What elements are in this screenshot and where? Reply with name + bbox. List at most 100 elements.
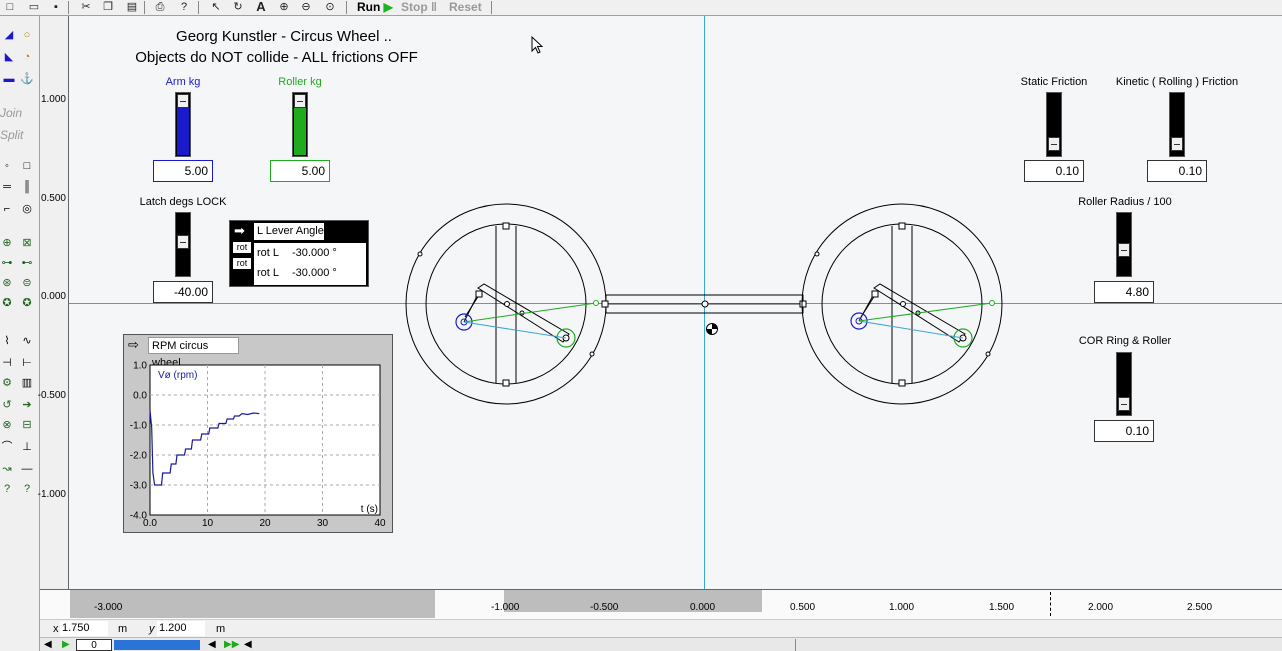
spring-tool-icon[interactable]: ⌇ (0, 334, 14, 348)
zoom-fit-icon[interactable]: ⊙ (322, 0, 338, 14)
rope-pulley-icon[interactable]: ⊣ (0, 356, 14, 370)
vertical-ruler: 1.000 0.500 0.000 -0.500 -1.000 (37, 16, 69, 589)
motor-icon[interactable]: ⊛ (0, 276, 14, 290)
right-circus-wheel[interactable] (801, 203, 1003, 405)
scroll-divider (795, 639, 796, 651)
chart-y-axis-label: Vø (rpm) (158, 370, 197, 381)
frame-field[interactable]: 0 (76, 639, 112, 651)
join-button[interactable]: Join (0, 106, 22, 120)
hruler-label: 2.500 (1187, 602, 1213, 613)
rotate-icon[interactable]: ↻ (230, 0, 246, 14)
y-unit: m (216, 623, 226, 635)
chart-y-tick-label: 0.0 (133, 391, 147, 402)
connecting-bar[interactable] (601, 294, 807, 314)
zoom-in-icon[interactable]: ⊕ (276, 0, 292, 14)
anchor-icon[interactable]: ⚓ (20, 72, 34, 86)
app-window: □ ▭ ▪ ✂ ❐ ▤ ⎙ ? ↖ ↻ A ⊕ ⊖ ⊙ Run ▶ Stop ‖… (0, 0, 1282, 651)
vruler-label: 1.000 (40, 94, 66, 105)
left-circus-wheel[interactable] (405, 203, 607, 405)
hruler-label: -0.500 (590, 602, 619, 613)
horizontal-ruler: -3.000 -1.000 -0.500 0.000 0.500 1.000 1… (40, 589, 1282, 619)
query-tool-2-icon[interactable]: ? (20, 482, 34, 496)
slot-joint-2-icon[interactable]: ⊷ (20, 256, 34, 270)
damper-tool-icon[interactable]: ∿ (20, 334, 34, 348)
point-tool-icon[interactable]: ◦ (0, 159, 14, 173)
chart-x-tick-label: 20 (259, 518, 271, 529)
square-point-icon[interactable]: □ (20, 159, 34, 173)
save-icon[interactable]: ▪ (48, 0, 64, 14)
help-icon[interactable]: ? (176, 0, 192, 14)
rope-tool-icon[interactable]: ║ (20, 180, 34, 194)
open-folder-icon[interactable]: ▭ (26, 0, 42, 14)
rewind-icon[interactable]: ◀ (44, 639, 52, 650)
playback-progress[interactable] (114, 640, 200, 650)
reset-button[interactable]: Reset (449, 0, 482, 14)
circle-tool-icon[interactable]: ○ (20, 28, 34, 42)
torque-icon[interactable]: ↺ (0, 398, 14, 412)
step-back-icon[interactable]: ◀ (208, 639, 216, 650)
force-icon[interactable]: ➔ (20, 398, 34, 412)
line-icon[interactable]: — (20, 462, 34, 476)
stop-button[interactable]: Stop ‖ (401, 0, 437, 14)
pin-joint-icon[interactable]: ⊕ (0, 236, 14, 250)
cut-icon[interactable]: ✂ (78, 0, 94, 14)
curve-tool-icon[interactable]: ◔ (20, 50, 34, 64)
hruler-label: 1.000 (889, 602, 915, 613)
rotation-motor-icon[interactable]: ⚙ (0, 376, 14, 390)
split-button[interactable]: Split (0, 128, 23, 142)
status-bar: x 1.750 m y 1.200 m (40, 619, 1282, 637)
rigid-joint-icon[interactable]: ⊠ (20, 236, 34, 250)
tool-palette: ◢ ○ ◣ ◔ ▬ ⚓ Join Split ◦ □ ═ ║ ⌐ ◎ ⊕ ⊠ ⊶… (0, 16, 40, 651)
zoom-out-icon[interactable]: ⊖ (298, 0, 314, 14)
meter-icon[interactable]: ▥ (20, 376, 34, 390)
ruler-overlay-mid (504, 590, 762, 612)
scroll-left-icon[interactable]: ◀ (244, 639, 252, 650)
query-tool-icon[interactable]: ? (0, 482, 14, 496)
rectangle-tool-icon[interactable]: ▬ (2, 72, 16, 86)
pen-icon[interactable]: ↝ (0, 462, 14, 476)
y-coord-label: y (149, 623, 155, 635)
x-unit: m (118, 623, 128, 635)
run-button[interactable]: Run ▶ (357, 0, 393, 14)
vruler-label: -0.500 (37, 390, 66, 401)
print-icon[interactable]: ⎙ (152, 0, 168, 14)
track-icon[interactable]: ⊟ (20, 418, 34, 432)
hruler-label: 0.000 (690, 602, 716, 613)
chart-y-tick-label: -1.0 (130, 421, 148, 432)
rpm-chart: 0.0 10 20 30 401.00.0-1.0-2.0-3.0-4.0Vø (rpm… (130, 361, 386, 530)
chart-y-tick-label: -2.0 (130, 451, 148, 462)
actuator-icon[interactable]: ⊜ (20, 276, 34, 290)
y-coord-field[interactable]: 1.200 (157, 621, 205, 636)
rod-tool-icon[interactable]: ═ (0, 180, 14, 194)
ruler-overlay-left (70, 590, 435, 618)
copy-icon[interactable]: ❐ (100, 0, 116, 14)
new-file-icon[interactable]: □ (2, 0, 18, 14)
vruler-label: 0.000 (40, 291, 66, 302)
playback-bar: ◀ ▶ 0 ◀ ▶▶ ◀ (40, 637, 1282, 651)
rpm-graph-panel[interactable]: ⇨ RPM circus wheel 0.0 10 20 30 40 1.0 0.0 -1.0… (123, 334, 393, 533)
polygon-tool-icon[interactable]: ◢ (2, 28, 16, 42)
x-coord-label: x (53, 623, 59, 635)
slot-joint-icon[interactable]: ⊶ (0, 256, 14, 270)
hinge-tool-icon[interactable]: ⌐ (0, 202, 14, 216)
center-of-mass-icon (706, 323, 718, 335)
simulation-canvas[interactable]: Georg Kunstler - Circus Wheel .. Objects… (69, 16, 1282, 589)
separator-icon[interactable]: ⊢ (20, 356, 34, 370)
pointer-icon[interactable]: ↖ (208, 0, 224, 14)
velocity-icon[interactable]: ⊗ (0, 418, 14, 432)
chart-y-tick-label: -4.0 (130, 511, 148, 522)
spring-gear-icon[interactable]: ✪ (20, 296, 34, 310)
text-tool-icon[interactable]: A (253, 0, 269, 14)
curve-2-icon[interactable]: ⌒ (0, 440, 14, 454)
gear-icon[interactable]: ✪ (0, 296, 14, 310)
cross-icon[interactable]: ⊥ (20, 440, 34, 454)
pause-icon: ‖ (427, 0, 437, 14)
hruler-label: 0.500 (790, 602, 816, 613)
hruler-label: -1.000 (491, 602, 520, 613)
paste-icon[interactable]: ▤ (124, 0, 140, 14)
play-forward-icon[interactable]: ▶ (62, 639, 70, 650)
ramp-tool-icon[interactable]: ◣ (2, 50, 16, 64)
x-coord-field[interactable]: 1.750 (60, 621, 108, 636)
target-icon[interactable]: ◎ (20, 202, 34, 216)
step-forward-icon[interactable]: ▶▶ (224, 639, 239, 650)
